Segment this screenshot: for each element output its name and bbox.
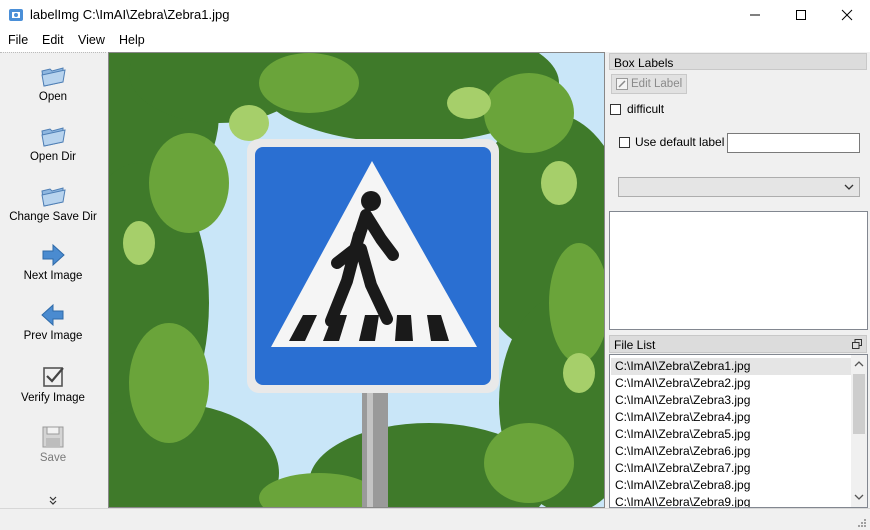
box-labels-title: Box Labels: [614, 56, 674, 70]
scroll-up-arrow-icon[interactable]: [854, 360, 864, 367]
change-save-dir-label: Change Save Dir: [9, 211, 97, 223]
folder-open-icon: [41, 67, 66, 87]
file-list-item[interactable]: C:\ImAI\Zebra\Zebra5.jpg: [611, 426, 851, 443]
verify-image-button[interactable]: Verify Image: [0, 364, 106, 404]
file-list-item[interactable]: C:\ImAI\Zebra\Zebra2.jpg: [611, 375, 851, 392]
use-default-label-text: Use default label: [635, 135, 725, 149]
image-canvas[interactable]: [108, 52, 605, 508]
toolbar-more-chevron-icon[interactable]: [46, 495, 60, 505]
labelimg-app-icon: [9, 9, 23, 21]
prev-image-label: Prev Image: [23, 330, 83, 342]
file-list-item[interactable]: C:\ImAI\Zebra\Zebra6.jpg: [611, 443, 851, 460]
status-bar: [0, 508, 870, 530]
save-button[interactable]: Save: [0, 424, 106, 464]
checkbox-checked-icon: [43, 367, 64, 387]
file-list-item[interactable]: C:\ImAI\Zebra\Zebra7.jpg: [611, 460, 851, 477]
minimize-icon: [750, 14, 760, 16]
menu-help[interactable]: Help: [119, 33, 145, 47]
menu-edit[interactable]: Edit: [42, 33, 64, 47]
menu-view[interactable]: View: [78, 33, 105, 47]
floppy-disk-icon: [42, 426, 64, 448]
verify-image-label: Verify Image: [21, 392, 85, 404]
file-list[interactable]: C:\ImAI\Zebra\Zebra1.jpg C:\ImAI\Zebra\Z…: [609, 354, 868, 508]
next-image-label: Next Image: [23, 270, 83, 282]
arrow-right-icon: [42, 243, 65, 267]
prev-image-button[interactable]: Prev Image: [0, 302, 106, 342]
folder-open-icon: [41, 127, 66, 147]
file-list-scrollbar[interactable]: [851, 355, 867, 507]
float-panel-icon[interactable]: [852, 339, 862, 349]
change-save-dir-button[interactable]: Change Save Dir: [0, 183, 106, 223]
close-button[interactable]: [824, 0, 870, 30]
save-label: Save: [39, 452, 67, 464]
difficult-checkbox[interactable]: [610, 104, 621, 115]
menu-file[interactable]: File: [8, 33, 28, 47]
folder-open-icon: [41, 187, 66, 207]
double-chevron-down-icon: [49, 496, 57, 505]
arrow-left-icon: [41, 303, 64, 327]
file-list-title: File List: [614, 338, 656, 352]
scrollbar-thumb[interactable]: [853, 374, 865, 434]
title-bar: labelImg C:\ImAI\Zebra\Zebra1.jpg: [0, 0, 870, 30]
maximize-icon: [796, 10, 806, 20]
difficult-label: difficult: [627, 102, 665, 116]
open-button[interactable]: Open: [0, 63, 106, 103]
chevron-down-icon: [844, 184, 854, 190]
close-icon: [841, 9, 853, 21]
edit-pencil-icon: [616, 78, 628, 90]
file-list-item[interactable]: C:\ImAI\Zebra\Zebra9.jpg: [611, 494, 851, 507]
file-list-panel-title: File List: [609, 335, 867, 353]
maximize-button[interactable]: [778, 0, 824, 30]
toolbar: Open Open Dir Change Save Dir Next Image…: [0, 52, 106, 509]
default-label-input[interactable]: [727, 133, 860, 153]
use-default-label-checkbox[interactable]: [619, 137, 630, 148]
edit-label-button[interactable]: Edit Label: [611, 74, 687, 94]
file-list-item[interactable]: C:\ImAI\Zebra\Zebra8.jpg: [611, 477, 851, 494]
scroll-down-arrow-icon[interactable]: [854, 494, 864, 501]
label-list[interactable]: [609, 211, 868, 330]
window-title: labelImg C:\ImAI\Zebra\Zebra1.jpg: [30, 7, 230, 22]
edit-label-text: Edit Label: [631, 78, 683, 90]
label-combo-box[interactable]: [618, 177, 860, 197]
file-list-item[interactable]: C:\ImAI\Zebra\Zebra3.jpg: [611, 392, 851, 409]
open-dir-label: Open Dir: [29, 151, 77, 163]
menu-bar: File Edit View Help: [0, 30, 870, 52]
next-image-button[interactable]: Next Image: [0, 242, 106, 282]
file-list-item[interactable]: C:\ImAI\Zebra\Zebra4.jpg: [611, 409, 851, 426]
minimize-button[interactable]: [732, 0, 778, 30]
box-labels-panel-title: Box Labels: [609, 53, 867, 70]
pedestrian-crossing-sign-image: [109, 53, 604, 507]
open-dir-button[interactable]: Open Dir: [0, 123, 106, 163]
file-list-item[interactable]: C:\ImAI\Zebra\Zebra1.jpg: [611, 358, 851, 375]
resize-grip-icon[interactable]: [856, 517, 866, 527]
open-label: Open: [38, 91, 68, 103]
